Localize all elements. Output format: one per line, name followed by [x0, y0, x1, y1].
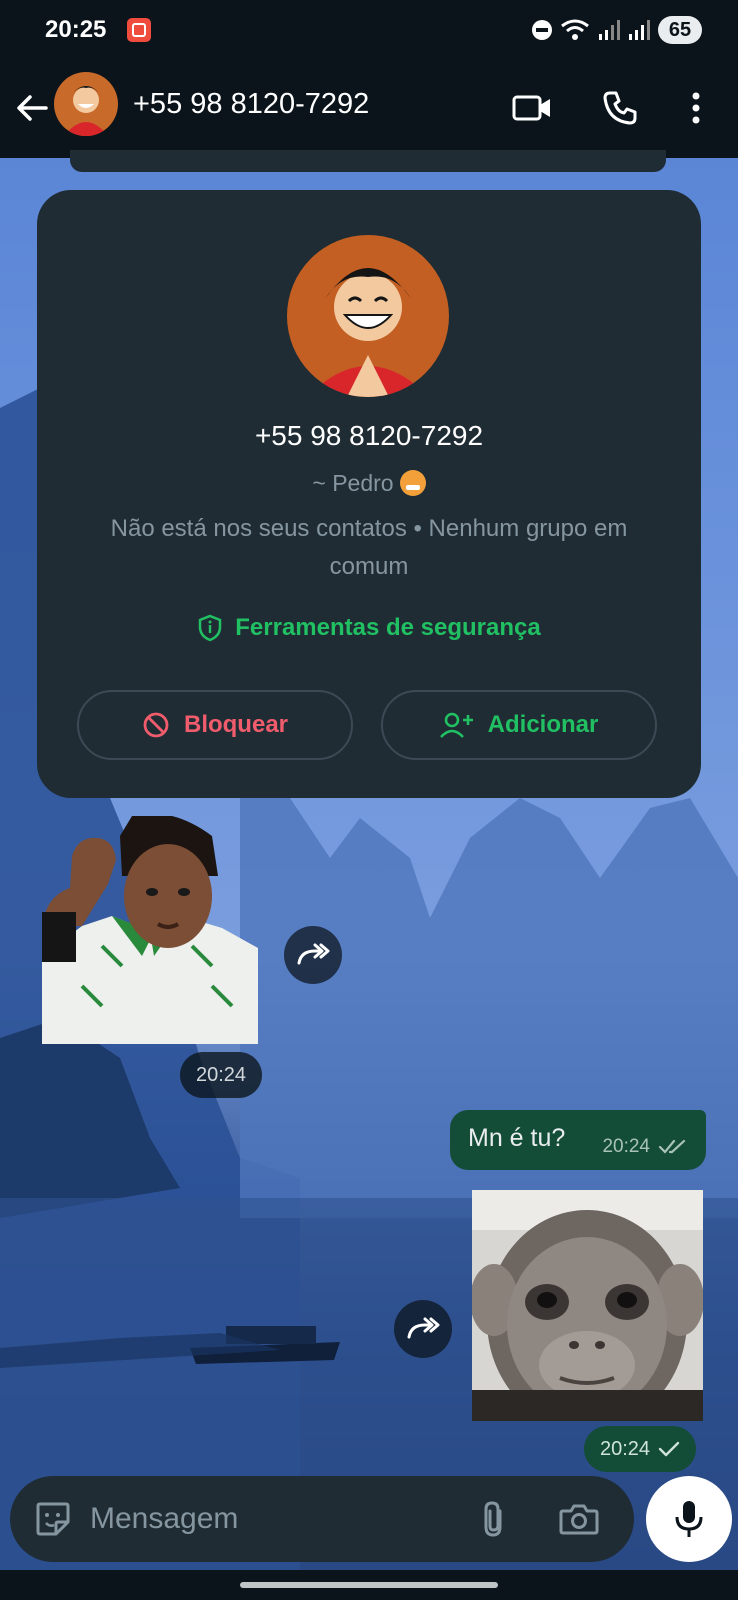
- message-text: Mn é tu?: [468, 1124, 566, 1152]
- outgoing-message-bubble[interactable]: Mn é tu? 20:24: [450, 1110, 706, 1170]
- forward-icon: [297, 943, 330, 965]
- system-nav-bar: [0, 1570, 738, 1600]
- wifi-icon: [561, 19, 589, 40]
- forward-icon: [407, 1317, 440, 1339]
- safety-tools-label: Ferramentas de segurança: [235, 614, 541, 641]
- more-options-button[interactable]: [674, 86, 718, 130]
- sticker-timestamp-2: 20:24: [584, 1426, 697, 1472]
- sticker-timestamp: 20:24: [180, 1052, 263, 1098]
- add-person-icon: [439, 712, 473, 738]
- card-contact-status: Não está nos seus contatos • Nenhum grup…: [110, 515, 628, 580]
- chat-header: +55 98 8120-7292: [0, 60, 738, 158]
- block-label: Bloquear: [183, 711, 288, 738]
- sticker-icon: [36, 1502, 70, 1536]
- add-contact-button[interactable]: Adicionar: [381, 690, 657, 760]
- forward-sticker-button[interactable]: [284, 926, 342, 984]
- battery-indicator: 65: [658, 16, 702, 44]
- previous-card-edge: [70, 150, 666, 172]
- camera-button[interactable]: [556, 1496, 602, 1542]
- profile-photo-image: [287, 235, 449, 397]
- message-time: 20:24: [602, 1136, 650, 1157]
- sticker-person-image: [42, 813, 258, 1044]
- chat-title[interactable]: +55 98 8120-7292: [133, 88, 369, 121]
- double-check-icon: [658, 1139, 686, 1154]
- do-not-disturb-icon: [532, 20, 552, 40]
- contact-avatar[interactable]: [54, 72, 118, 136]
- sticker-button[interactable]: [30, 1496, 76, 1542]
- contact-profile-photo[interactable]: [287, 235, 449, 397]
- signal-icon: [599, 20, 620, 40]
- attach-button[interactable]: [470, 1496, 516, 1542]
- camera-icon: [559, 1504, 599, 1535]
- voice-message-button[interactable]: [646, 1476, 732, 1562]
- more-options-icon: [692, 92, 700, 124]
- outgoing-sticker[interactable]: [472, 1190, 703, 1421]
- avatar-image: [54, 72, 118, 136]
- video-call-icon: [512, 95, 550, 121]
- status-bar: 20:25 65: [0, 0, 738, 60]
- voice-call-icon: [603, 91, 637, 125]
- microphone-icon: [675, 1501, 703, 1537]
- safety-tools-link[interactable]: Ferramentas de segurança: [37, 614, 701, 642]
- sticker-monkey-image: [472, 1190, 703, 1421]
- app-notification-icon: [127, 18, 151, 42]
- forward-sticker-button-2[interactable]: [394, 1300, 452, 1358]
- back-button[interactable]: [14, 90, 50, 126]
- add-label: Adicionar: [487, 711, 599, 738]
- block-button[interactable]: Bloquear: [77, 690, 353, 760]
- card-name-text: ~ Pedro: [312, 470, 394, 496]
- message-meta: 20:24: [602, 1136, 688, 1158]
- block-icon: [143, 712, 169, 738]
- single-check-icon: [658, 1441, 680, 1457]
- signal-icon-2: [629, 20, 650, 40]
- emoji-icon: [399, 470, 426, 496]
- shield-icon: [199, 614, 222, 642]
- card-contact-name: ~ Pedro: [37, 470, 701, 497]
- home-gesture-handle[interactable]: [240, 1582, 498, 1588]
- contact-info-card: +55 98 8120-7292 ~ Pedro Não está nos se…: [37, 190, 701, 798]
- message-time: 20:24: [600, 1437, 651, 1460]
- message-time: 20:24: [196, 1063, 247, 1086]
- message-input[interactable]: Mensagem: [90, 1502, 238, 1536]
- voice-call-button[interactable]: [598, 86, 642, 130]
- back-arrow-icon: [17, 95, 48, 121]
- video-call-button[interactable]: [510, 86, 554, 130]
- card-phone-number: +55 98 8120-7292: [254, 420, 484, 451]
- incoming-sticker[interactable]: [42, 813, 258, 1044]
- message-composer: Mensagem: [10, 1476, 634, 1562]
- status-icons: 65: [532, 15, 702, 45]
- paperclip-icon: [484, 1501, 502, 1537]
- status-time: 20:25: [45, 16, 107, 43]
